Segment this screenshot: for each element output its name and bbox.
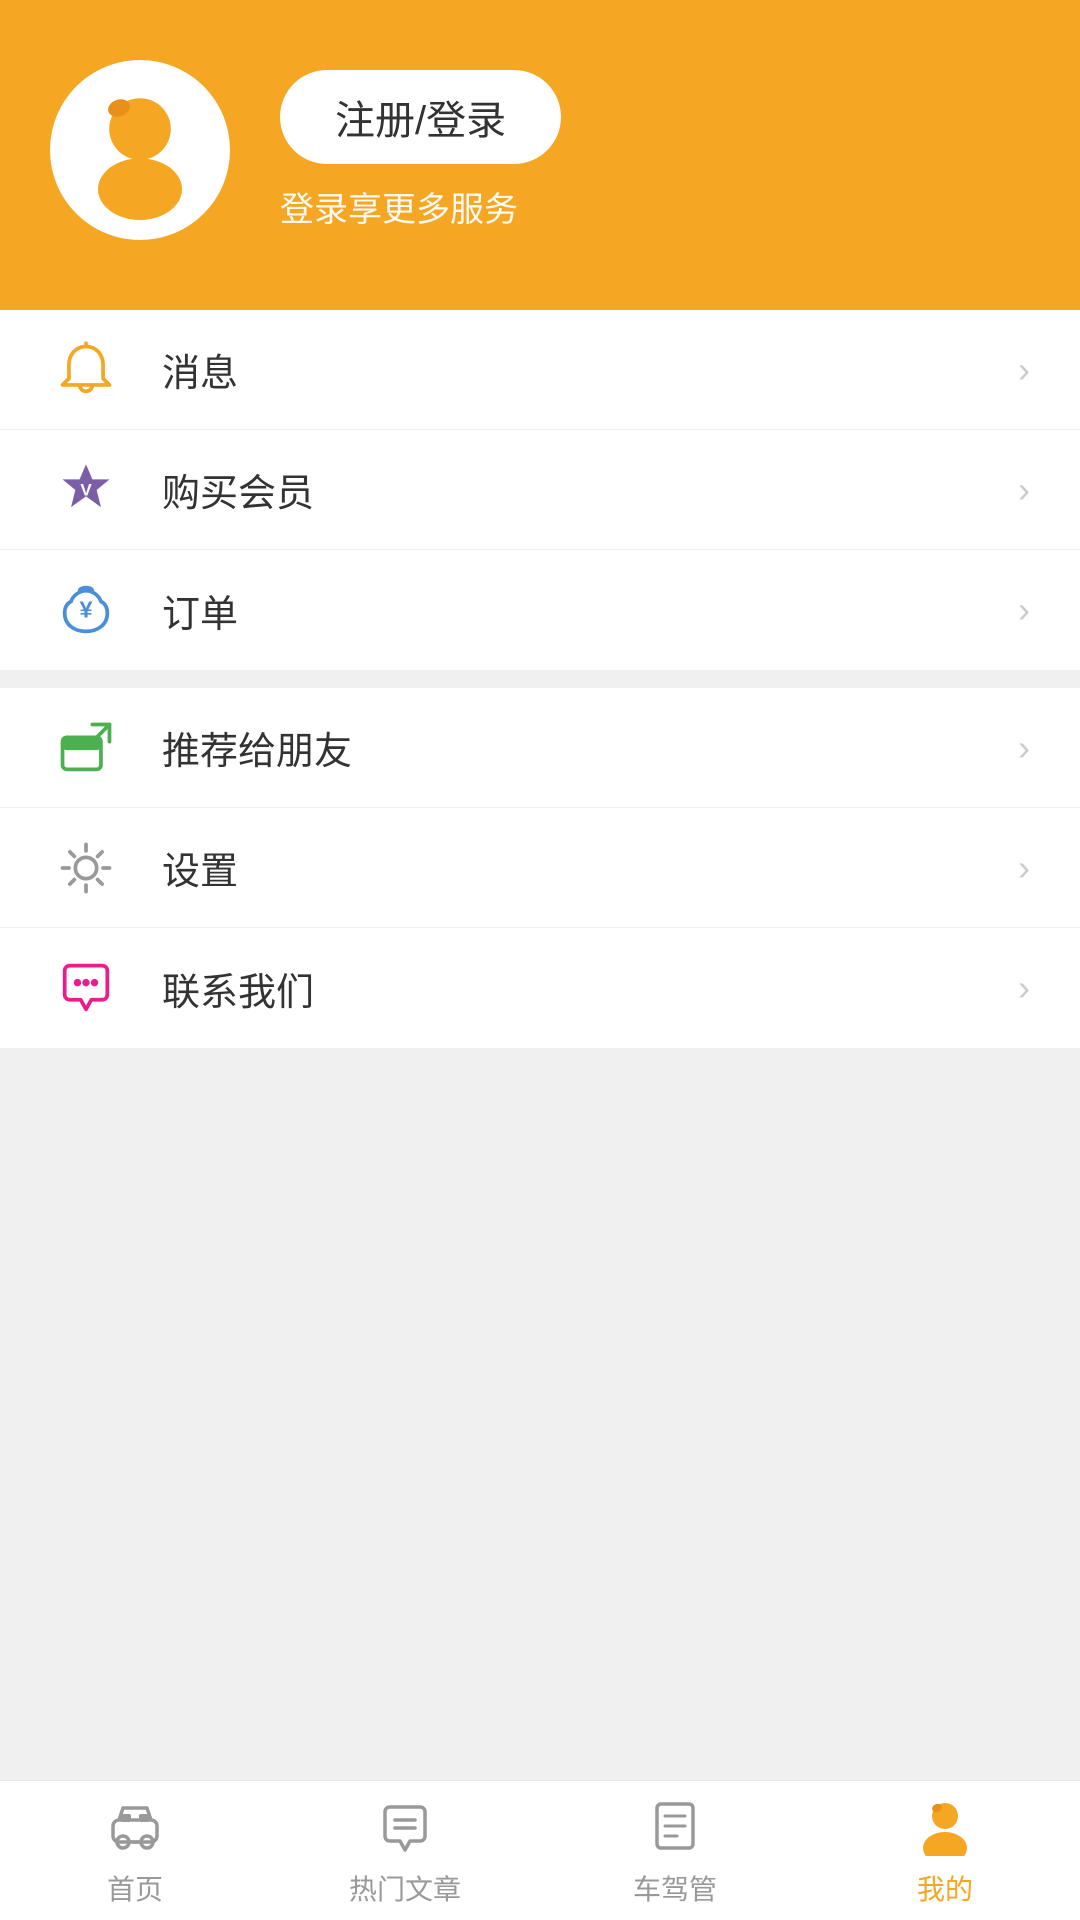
menu-item-settings[interactable]: 设置 › xyxy=(0,808,1080,928)
svg-text:V: V xyxy=(80,480,92,499)
header-info: 注册/登录 登录享更多服务 xyxy=(280,70,561,231)
vip-icon: V xyxy=(50,454,122,526)
menu-item-membership[interactable]: V 购买会员 › xyxy=(0,430,1080,550)
nav-home-label: 首页 xyxy=(107,1868,163,1908)
nav-item-mine[interactable]: 我的 xyxy=(810,1781,1080,1920)
chevron-icon: › xyxy=(1018,967,1030,1009)
share-icon xyxy=(50,712,122,784)
nav-articles-label: 热门文章 xyxy=(349,1868,461,1908)
svg-text:¥: ¥ xyxy=(79,596,92,622)
recommend-label: 推荐给朋友 xyxy=(162,720,1008,775)
order-icon: ¥ xyxy=(50,574,122,646)
nav-item-articles[interactable]: 热门文章 xyxy=(270,1781,540,1920)
bell-icon xyxy=(50,334,122,406)
settings-icon xyxy=(50,832,122,904)
nav-mine-label: 我的 xyxy=(917,1868,973,1908)
login-subtitle: 登录享更多服务 xyxy=(280,182,561,231)
chevron-icon: › xyxy=(1018,349,1030,391)
chevron-icon: › xyxy=(1018,727,1030,769)
messages-label: 消息 xyxy=(162,342,1008,397)
content-area xyxy=(0,1066,1080,1780)
login-button[interactable]: 注册/登录 xyxy=(280,70,561,164)
avatar xyxy=(50,60,230,240)
chevron-icon: › xyxy=(1018,469,1030,511)
settings-label: 设置 xyxy=(162,840,1008,895)
chevron-icon: › xyxy=(1018,847,1030,889)
membership-label: 购买会员 xyxy=(162,462,1008,517)
menu-item-contact[interactable]: 联系我们 › xyxy=(0,928,1080,1048)
menu-section-1: 消息 › V 购买会员 › ¥ 订单 › xyxy=(0,310,1080,670)
menu-item-recommend[interactable]: 推荐给朋友 › xyxy=(0,688,1080,808)
menu-section-2: 推荐给朋友 › 设置 › 联系我们 › xyxy=(0,688,1080,1048)
articles-icon xyxy=(373,1794,437,1858)
chat-icon xyxy=(50,952,122,1024)
contact-label: 联系我们 xyxy=(162,961,1008,1016)
nav-traffic-label: 车驾管 xyxy=(633,1868,717,1908)
mine-icon xyxy=(913,1794,977,1858)
orders-label: 订单 xyxy=(162,583,1008,638)
menu-item-orders[interactable]: ¥ 订单 › xyxy=(0,550,1080,670)
nav-item-home[interactable]: 首页 xyxy=(0,1781,270,1920)
menu-item-messages[interactable]: 消息 › xyxy=(0,310,1080,430)
bottom-navigation: 首页 热门文章 车驾管 xyxy=(0,1780,1080,1920)
traffic-icon xyxy=(643,1794,707,1858)
home-car-icon xyxy=(103,1794,167,1858)
profile-header: 注册/登录 登录享更多服务 xyxy=(0,0,1080,310)
nav-item-traffic[interactable]: 车驾管 xyxy=(540,1781,810,1920)
chevron-icon: › xyxy=(1018,589,1030,631)
